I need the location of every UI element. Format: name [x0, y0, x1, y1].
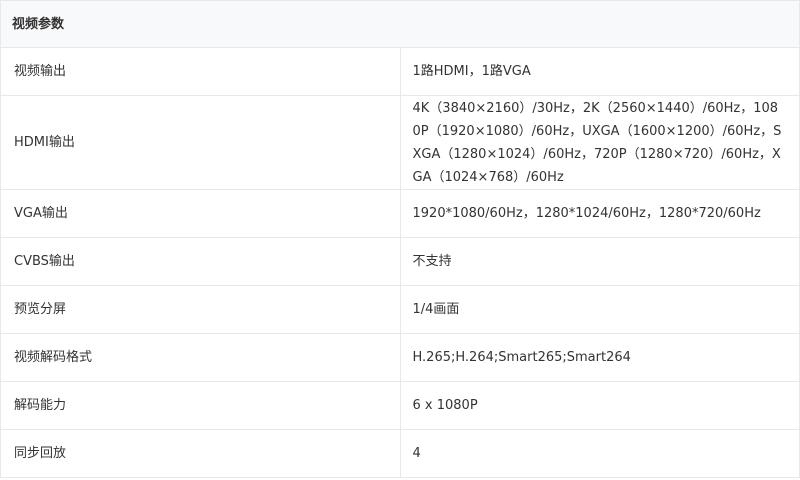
table-row: 视频输出 1路HDMI，1路VGA: [0, 47, 800, 96]
row-value-sync-playback: 4: [412, 446, 421, 461]
row-value-decode-format: H.265;H.264;Smart265;Smart264: [412, 350, 631, 365]
row-value-cvbs-output: 不支持: [412, 254, 452, 269]
row-label-vga-output: VGA输出: [0, 189, 401, 238]
table-row: 预览分屏 1/4画面: [0, 285, 800, 334]
row-label-cvbs-output: CVBS输出: [0, 237, 401, 286]
row-label-decode-format: 视频解码格式: [0, 333, 401, 382]
row-label-video-output: 视频输出: [0, 47, 401, 96]
row-value-video-output: 1路HDMI，1路VGA: [412, 64, 531, 79]
row-label-sync-playback: 同步回放: [0, 429, 401, 478]
table-row: 同步回放 4: [0, 429, 800, 478]
video-params-table: 视频参数 视频输出 1路HDMI，1路VGA HDMI输出 4K（3840×21…: [0, 0, 800, 478]
row-value-hdmi-output: 4K（3840×2160）/30Hz，2K（2560×1440）/60Hz，10…: [412, 100, 782, 185]
row-label-hdmi-output: HDMI输出: [0, 95, 401, 190]
row-value-decode-capability: 6 x 1080P: [412, 398, 478, 413]
table-row: HDMI输出 4K（3840×2160）/30Hz，2K（2560×1440）/…: [0, 95, 800, 190]
table-row: 解码能力 6 x 1080P: [0, 381, 800, 430]
section-title: 视频参数: [0, 0, 800, 48]
row-label-decode-capability: 解码能力: [0, 381, 401, 430]
row-value-preview-split: 1/4画面: [412, 302, 460, 317]
row-value-vga-output: 1920*1080/60Hz，1280*1024/60Hz，1280*720/6…: [412, 206, 761, 221]
table-row: CVBS输出 不支持: [0, 237, 800, 286]
section-header-row: 视频参数: [0, 0, 800, 48]
table-row: 视频解码格式 H.265;H.264;Smart265;Smart264: [0, 333, 800, 382]
row-label-preview-split: 预览分屏: [0, 285, 401, 334]
table-row: VGA输出 1920*1080/60Hz，1280*1024/60Hz，1280…: [0, 189, 800, 238]
